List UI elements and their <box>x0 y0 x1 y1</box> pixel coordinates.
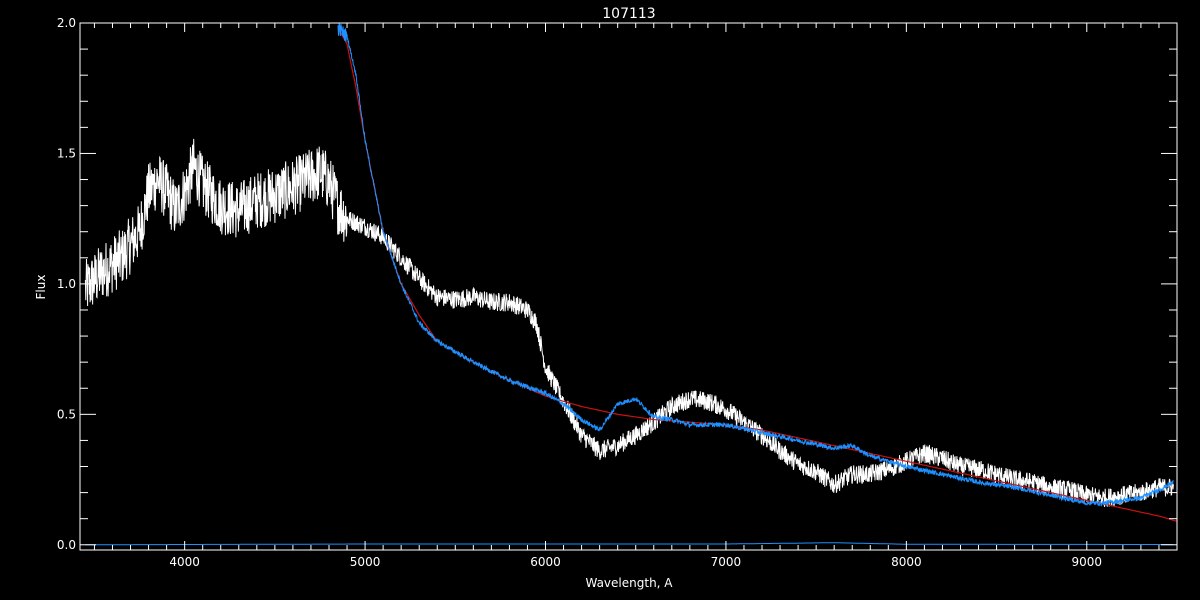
x-tick-label: 7000 <box>711 555 742 569</box>
x-tick-label: 9000 <box>1072 555 1103 569</box>
x-tick-label: 6000 <box>530 555 561 569</box>
y-tick-label: 1.0 <box>57 277 76 291</box>
chart-title: 107113 <box>602 6 655 22</box>
x-tick-label: 8000 <box>891 555 922 569</box>
y-tick-label: 0.0 <box>57 538 76 552</box>
x-tick-label: 4000 <box>169 555 200 569</box>
x-axis-label: Wavelength, A <box>585 576 673 590</box>
y-axis-label: Flux <box>34 275 48 300</box>
y-tick-label: 0.5 <box>57 407 76 421</box>
plot-background <box>0 0 1200 600</box>
spectrum-chart: 107113 Wavelength, A Flux 4000 5000 6000 70… <box>0 0 1200 600</box>
x-tick-label: 5000 <box>350 555 381 569</box>
y-tick-label: 2.0 <box>57 16 76 30</box>
y-tick-label: 1.5 <box>57 146 76 160</box>
